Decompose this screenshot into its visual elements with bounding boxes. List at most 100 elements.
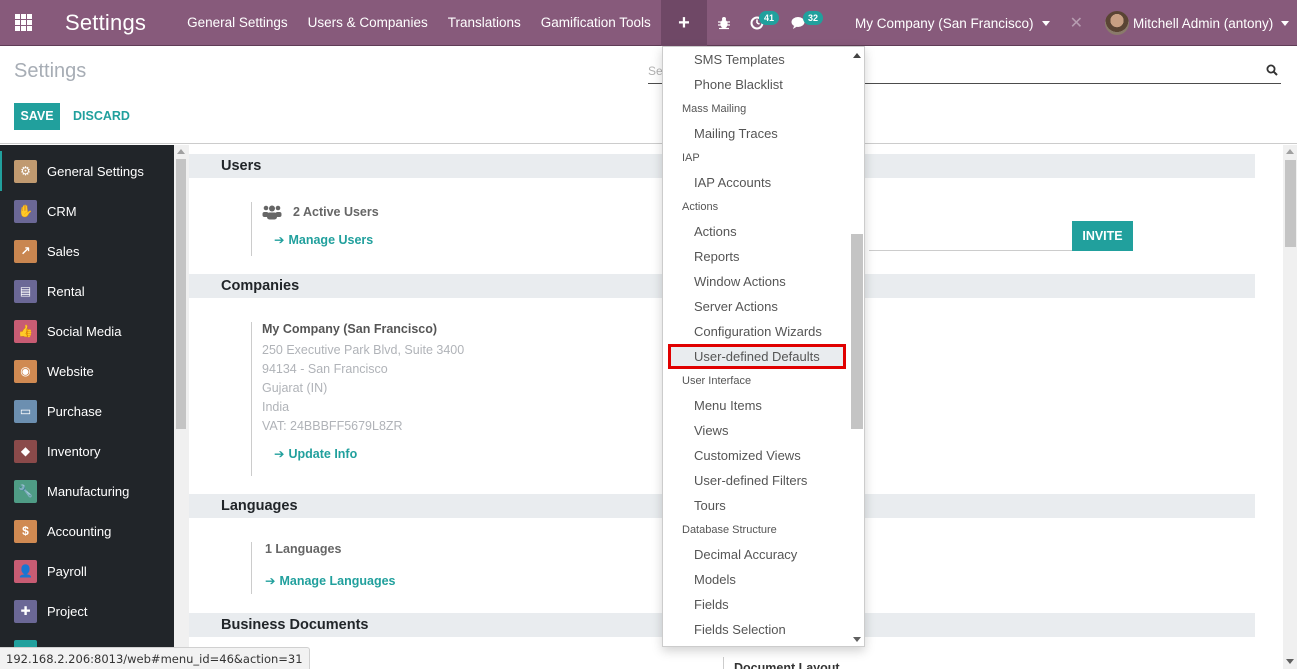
manage-users-link[interactable]: ➔ Manage Users [274, 232, 379, 247]
sidebar-item-website[interactable]: ◉ Website [0, 351, 174, 391]
dropdown-item-actions[interactable]: Actions [663, 219, 851, 244]
dropdown-item-user-defined-filters[interactable]: User-defined Filters [663, 468, 851, 493]
discard-button[interactable]: DISCARD [73, 103, 130, 130]
sidebar-scrollbar[interactable] [174, 145, 189, 669]
dropdown-item-configuration-wizards[interactable]: Configuration Wizards [663, 319, 851, 344]
user-name: Mitchell Admin (antony) [1132, 15, 1274, 31]
puzzle-icon: ✚ [14, 599, 37, 623]
nav-users-companies[interactable]: Users & Companies [298, 0, 438, 46]
dropdown-section-header: Actions [682, 201, 719, 213]
user-menu[interactable]: Mitchell Admin (antony) [1104, 0, 1290, 46]
tools-button[interactable]: ✕ [1070, 0, 1083, 46]
nav-translations[interactable]: Translations [438, 0, 531, 46]
sidebar-item-label: CRM [47, 203, 77, 219]
dropdown-scrollbar[interactable] [850, 47, 864, 646]
nav-menu: General Settings Users & Companies Trans… [177, 0, 661, 46]
sidebar-item-accounting[interactable]: $ Accounting [0, 511, 174, 551]
company-address: 250 Executive Park Blvd, Suite 3400 9413… [262, 341, 464, 436]
sidebar-item-label: Social Media [47, 323, 122, 339]
dropdown-item-mailing-traces[interactable]: Mailing Traces [663, 121, 851, 146]
dropdown-section-header: Mass Mailing [682, 103, 747, 115]
dropdown-section-header: Database Structure [682, 524, 777, 536]
sidebar-item-project[interactable]: ✚ Project [0, 591, 174, 631]
sidebar-item-label: Rental [47, 283, 85, 299]
sidebar-item-label: Sales [47, 243, 80, 259]
technical-menu-button[interactable]: + [661, 0, 707, 46]
dropdown-list: SMS Templates Phone Blacklist Mass Mailing… [663, 47, 851, 646]
invite-email-input[interactable] [869, 250, 1072, 251]
caret-down-icon [1041, 20, 1050, 26]
dropdown-section-header: User Interface [682, 375, 752, 387]
sidebar-item-general-settings[interactable]: ⚙ General Settings [0, 151, 174, 191]
sidebar-item-purchase[interactable]: ▭ Purchase [0, 391, 174, 431]
invite-button[interactable]: INVITE [1072, 221, 1133, 251]
scroll-up-arrow-icon[interactable] [1286, 149, 1294, 154]
languages-setting: 1 Languages ➔ Manage Languages [251, 542, 395, 594]
dropdown-item-fields[interactable]: Fields [663, 592, 851, 617]
scroll-down-arrow-icon[interactable] [1286, 659, 1294, 664]
avatar [1104, 11, 1129, 35]
thumbs-up-icon: 👍 [14, 319, 37, 343]
content-scrollbar[interactable] [1283, 145, 1297, 669]
dropdown-item-model-constraints[interactable]: Model Constraints [663, 642, 851, 646]
sidebar-item-manufacturing[interactable]: 🔧 Manufacturing [0, 471, 174, 511]
nav-gamification-tools[interactable]: Gamification Tools [531, 0, 661, 46]
activity-button[interactable]: 41 [750, 0, 790, 46]
dropdown-item-user-defined-defaults[interactable]: User-defined Defaults [668, 344, 846, 369]
debug-button[interactable] [718, 0, 730, 46]
content-scroll-thumb[interactable] [1285, 160, 1296, 247]
chart-icon: ↗ [14, 239, 37, 263]
sidebar-item-label: Project [47, 603, 88, 619]
document-layout-label: Document Layout [723, 657, 840, 669]
app-brand[interactable]: Settings [65, 10, 146, 36]
sidebar-item-social-media[interactable]: 👍 Social Media [0, 311, 174, 351]
app-menu-button[interactable] [0, 0, 46, 46]
dropdown-item-server-actions[interactable]: Server Actions [663, 294, 851, 319]
dropdown-item-window-actions[interactable]: Window Actions [663, 269, 851, 294]
dropdown-item-menu-items[interactable]: Menu Items [663, 393, 851, 418]
dropdown-scroll-thumb[interactable] [851, 234, 863, 429]
scroll-down-arrow-icon[interactable] [853, 637, 861, 642]
control-panel: Settings SAVE DISCARD Search... [0, 46, 1297, 144]
dropdown-item-phone-blacklist[interactable]: Phone Blacklist [663, 72, 851, 97]
sidebar-item-payroll[interactable]: 👤 Payroll [0, 551, 174, 591]
messaging-button[interactable]: 32 [791, 0, 831, 46]
credit-card-icon: ▭ [14, 399, 37, 423]
dropdown-item-views[interactable]: Views [663, 418, 851, 443]
users-setting: 2 Active Users ➔ Manage Users [251, 202, 379, 256]
search-icon[interactable] [1266, 64, 1278, 76]
caret-down-icon [1281, 20, 1290, 26]
dropdown-item-models[interactable]: Models [663, 567, 851, 592]
vat-line: VAT: 24BBBFF5679L8ZR [262, 419, 403, 433]
dropdown-item-reports[interactable]: Reports [663, 244, 851, 269]
sidebar-scroll-thumb[interactable] [176, 159, 186, 429]
dropdown-item-sms-templates[interactable]: SMS Templates [663, 47, 851, 72]
sidebar-item-label: Accounting [47, 523, 112, 539]
sidebar-item-crm[interactable]: ✋ CRM [0, 191, 174, 231]
save-button[interactable]: SAVE [14, 103, 60, 130]
company-setting: My Company (San Francisco) 250 Executive… [251, 322, 464, 476]
dropdown-item-iap-accounts[interactable]: IAP Accounts [663, 170, 851, 195]
dropdown-item-tours[interactable]: Tours [663, 493, 851, 518]
address-line: India [262, 400, 290, 414]
dropdown-item-decimal-accuracy[interactable]: Decimal Accuracy [663, 542, 851, 567]
sidebar-item-sales[interactable]: ↗ Sales [0, 231, 174, 271]
nav-general-settings[interactable]: General Settings [177, 0, 298, 46]
sidebar-item-label: Inventory [47, 443, 101, 459]
update-info-link[interactable]: ➔ Update Info [274, 446, 464, 461]
invoice-icon: $ [14, 519, 37, 543]
activity-count-badge: 41 [759, 11, 780, 25]
wrench-icon: 🔧 [14, 479, 37, 503]
dropdown-item-fields-selection[interactable]: Fields Selection [663, 617, 851, 642]
scroll-up-arrow-icon[interactable] [853, 53, 861, 58]
dropdown-item-customized-views[interactable]: Customized Views [663, 443, 851, 468]
scroll-up-arrow-icon[interactable] [177, 149, 185, 154]
address-line: 250 Executive Park Blvd, Suite 3400 [262, 343, 465, 357]
content-scrollbar-area [1255, 145, 1297, 669]
sidebar-item-inventory[interactable]: ◆ Inventory [0, 431, 174, 471]
sidebar-item-rental[interactable]: ▤ Rental [0, 271, 174, 311]
company-switcher[interactable]: My Company (San Francisco) [855, 16, 1050, 31]
users-icon [262, 205, 282, 220]
sidebar-item-label: Manufacturing [47, 483, 130, 499]
manage-languages-link[interactable]: ➔ Manage Languages [265, 573, 395, 588]
